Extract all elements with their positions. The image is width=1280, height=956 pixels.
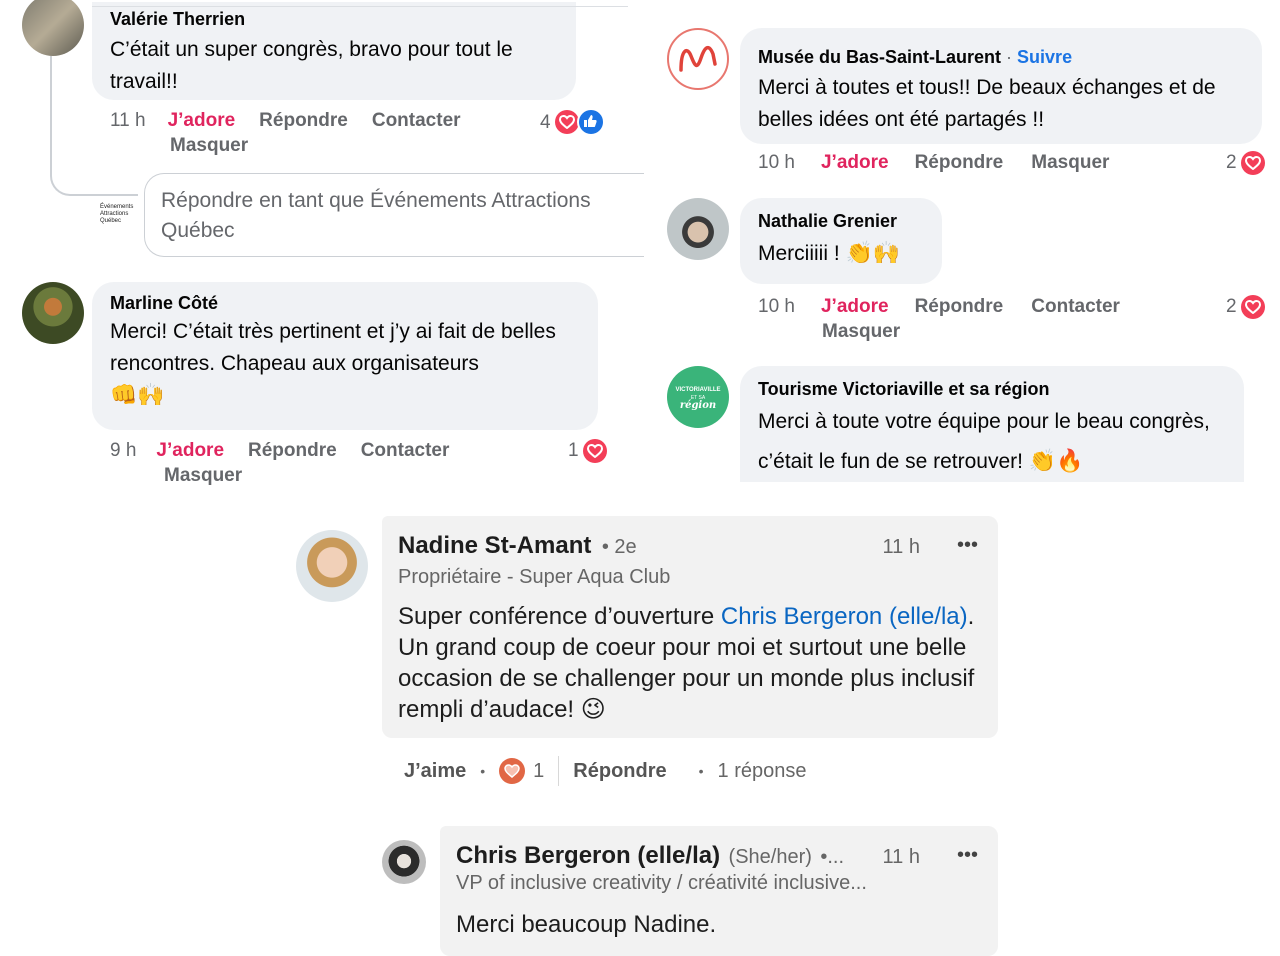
contact-button[interactable]: Contacter [361, 438, 450, 463]
reaction-count-nathalie[interactable]: 2 [1226, 294, 1265, 319]
commenter-name[interactable]: Nadine St-Amant [398, 532, 591, 559]
comment-bubble-musee: Musée du Bas-Saint-Laurent · Suivre Merc… [740, 28, 1262, 144]
heart-icon [1240, 294, 1265, 319]
avatar-chris-bergeron[interactable] [382, 840, 426, 884]
replies-count-link[interactable]: 1 réponse [718, 760, 807, 783]
reaction-count-marline[interactable]: 1 [568, 438, 607, 463]
reaction-count: 1 [568, 440, 579, 461]
comment-text: Merci beaucoup Nadine. [456, 911, 717, 938]
connection-degree: • 2e [601, 536, 637, 558]
commenter-name[interactable]: Valérie Therrien [110, 8, 558, 30]
musee-logo-icon [679, 45, 717, 72]
heart-icon [554, 110, 579, 134]
comment-actions-nathalie: 10 h J’adore Répondre Contacter Masquer [758, 294, 1178, 344]
comment-bubble-marline: Marline Côté Merci! C’était très pertine… [92, 282, 598, 430]
comment-bubble-nadine: Nadine St-Amant • 2e 11 h ••• Propriétai… [382, 516, 998, 738]
reaction-count: 2 [1226, 296, 1237, 317]
comment-time: 11 h [882, 536, 920, 558]
hide-button[interactable]: Masquer [1031, 150, 1109, 175]
avatar-tourisme-victoriaville[interactable]: VICTORIAVILLE ET SA région [667, 366, 729, 428]
comment-text: C’était un super congrès, bravo pour tou… [110, 38, 513, 93]
commenter-name[interactable]: Nathalie Grenier [758, 210, 924, 232]
commenter-name-row: Musée du Bas-Saint-Laurent · Suivre [758, 47, 1073, 67]
header-truncation: •... [820, 846, 845, 868]
reply-button[interactable]: Répondre [915, 150, 1004, 175]
comment-bubble-tourisme: Tourisme Victoriaville et sa région Merc… [740, 366, 1244, 482]
comment-time: 10 h [758, 152, 795, 173]
actions-divider [558, 756, 560, 786]
heart-icon [582, 438, 607, 463]
comment-text: Merciiiii ! 👏🙌 [758, 238, 924, 270]
like-icon [576, 108, 605, 136]
like-button[interactable]: J’aime [404, 760, 466, 783]
commenter-headline: Propriétaire - Super Aqua Club [398, 566, 671, 588]
love-button[interactable]: J’adore [168, 108, 236, 133]
reaction-count: 4 [540, 111, 551, 133]
thread-connector [50, 56, 138, 196]
heart-reaction-icon[interactable] [499, 758, 526, 784]
comment-time: 10 h [758, 296, 795, 317]
reaction-count-valerie[interactable]: 4 [540, 108, 605, 136]
reply-input[interactable]: Répondre en tant que Événements Attracti… [144, 173, 644, 257]
comment-bubble-valerie: Valérie Therrien C’était un super congrè… [92, 2, 576, 100]
contact-button[interactable]: Contacter [1031, 294, 1120, 319]
commenter-pronouns: (She/her) [728, 846, 812, 868]
comment-text: Merci! C’était très pertinent et j’y ai … [110, 316, 580, 412]
crop-divider [92, 6, 628, 7]
comment-actions-valerie: 11 h J’adore Répondre Contacter Masquer [110, 108, 490, 158]
avatar-musee-bas-saint-laurent[interactable] [667, 28, 729, 90]
love-button[interactable]: J’adore [821, 150, 889, 175]
comment-header: Nadine St-Amant • 2e 11 h ••• [398, 532, 982, 562]
winking-face-emoji: 😉 [580, 695, 606, 723]
comment-time: 9 h [110, 440, 137, 461]
page-logo-evenements-attractions-quebec: Événements Attractions Québec [100, 204, 134, 224]
comment-bubble-nathalie: Nathalie Grenier Merciiiii ! 👏🙌 [740, 198, 942, 284]
comment-text: Merci à toute votre équipe pour le beau … [758, 402, 1226, 482]
commenter-name[interactable]: Marline Côté [110, 292, 580, 314]
comment-bubble-chris: Chris Bergeron (elle/la) (She/her) •... … [440, 826, 998, 956]
hide-button[interactable]: Masquer [170, 133, 490, 158]
reply-button[interactable]: Répondre [248, 438, 337, 463]
contact-button[interactable]: Contacter [372, 108, 461, 133]
reply-header: Chris Bergeron (elle/la) (She/her) •... … [456, 842, 982, 872]
commenter-headline: VP of inclusive creativity / créativité … [456, 872, 867, 894]
follow-button[interactable]: Suivre [1017, 47, 1072, 67]
comment-actions-musee: 10 h J’adore Répondre Masquer [758, 150, 1178, 175]
commenter-name[interactable]: Chris Bergeron (elle/la) [456, 842, 720, 869]
comment-actions-marline: 9 h J’adore Répondre Contacter Masquer [110, 438, 490, 488]
reply-button[interactable]: Répondre [259, 108, 348, 133]
heart-icon [1240, 150, 1265, 175]
love-button[interactable]: J’adore [156, 438, 224, 463]
more-options-icon[interactable]: ••• [957, 534, 978, 557]
comment-actions-nadine: J’aime • 1 Répondre • 1 réponse [404, 756, 807, 786]
commenter-name[interactable]: Musée du Bas-Saint-Laurent [758, 47, 1001, 67]
hide-button[interactable]: Masquer [822, 319, 1178, 344]
clapping-fire-emoji: 👏🔥 [1028, 449, 1084, 474]
reply-input-placeholder: Répondre en tant que Événements Attracti… [161, 189, 591, 242]
reaction-count-musee[interactable]: 2 [1226, 150, 1265, 175]
more-options-icon[interactable]: ••• [957, 844, 978, 867]
avatar-valerie-therrien[interactable] [22, 0, 84, 56]
comment-text: Super conférence d’ouverture Chris Berge… [398, 603, 975, 723]
reply-button[interactable]: Répondre [915, 294, 1004, 319]
fist-raised-hands-emoji: 👊🙌 [110, 383, 165, 408]
comment-time: 11 h [882, 846, 920, 868]
comment-text: Merci à toutes et tous!! De beaux échang… [758, 76, 1216, 131]
love-button[interactable]: J’adore [821, 294, 889, 319]
reaction-count: 2 [1226, 152, 1237, 173]
avatar-nadine-st-amant[interactable] [296, 530, 368, 602]
avatar-marline-cote[interactable] [22, 282, 84, 344]
reaction-count: 1 [533, 759, 545, 782]
clapping-raised-hands-emoji: 👏🙌 [845, 241, 901, 266]
commenter-name[interactable]: Tourisme Victoriaville et sa région [758, 378, 1226, 400]
avatar-nathalie-grenier[interactable] [667, 198, 729, 260]
hide-button[interactable]: Masquer [164, 463, 490, 488]
reply-button[interactable]: Répondre [573, 760, 666, 783]
mention-link[interactable]: Chris Bergeron (elle/la) [721, 603, 968, 630]
